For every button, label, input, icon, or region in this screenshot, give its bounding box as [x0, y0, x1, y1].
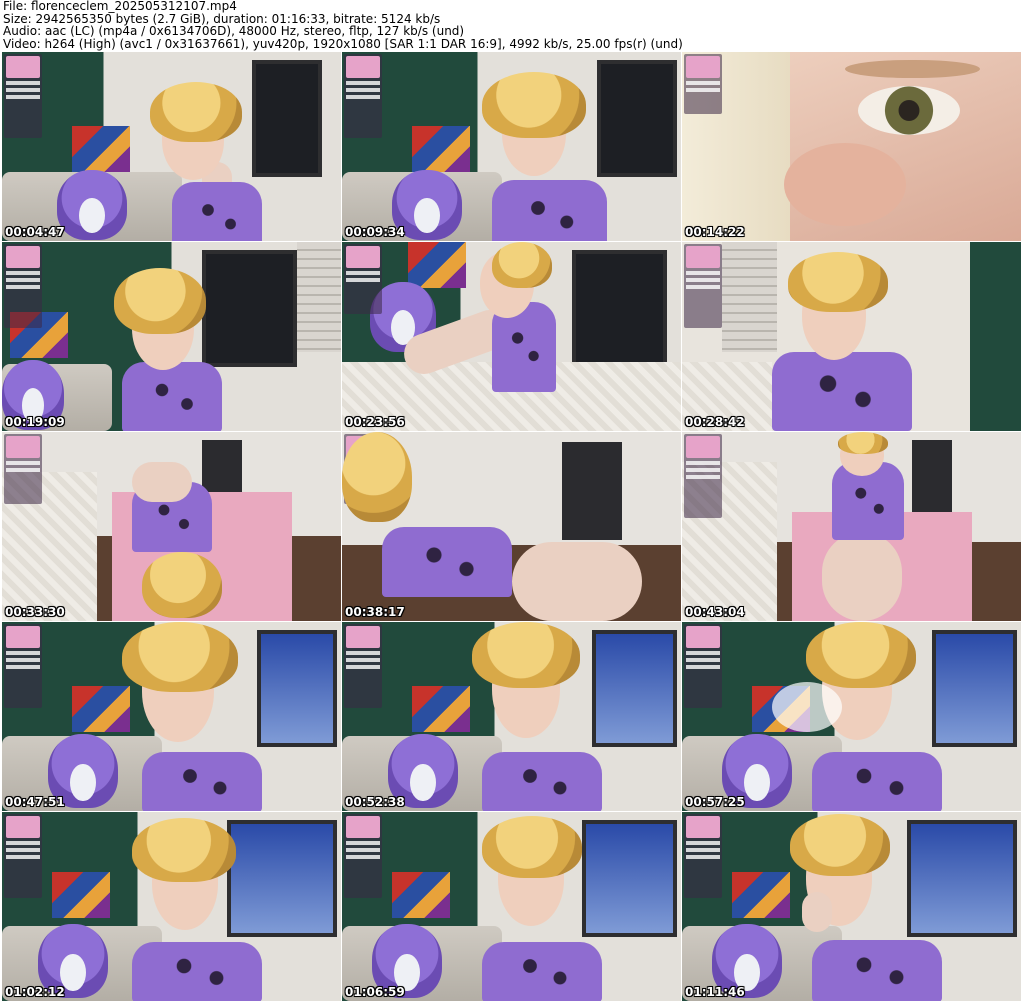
thumbnail[interactable]: 00:52:38	[342, 622, 681, 811]
thumbnail[interactable]: 00:19:09	[2, 242, 341, 431]
thumbnail[interactable]: 00:28:42	[682, 242, 1021, 431]
thumbnail-image	[2, 622, 341, 811]
thumbnail-grid: 00:04:47 00:09:34 00:14:22 00:19:09 00:2…	[2, 52, 1021, 1001]
file-name-line: File: florenceclem_202505312107.mp4	[3, 0, 237, 13]
thumbnail[interactable]: 00:38:17	[342, 432, 681, 621]
thumbnail-image	[2, 242, 341, 431]
thumbnail[interactable]: 01:02:12	[2, 812, 341, 1001]
timestamp-label: 00:52:38	[345, 795, 405, 809]
thumbnail-image	[342, 242, 681, 431]
thumbnail[interactable]: 00:23:56	[342, 242, 681, 431]
timestamp-label: 01:11:46	[685, 985, 745, 999]
thumbnail[interactable]: 00:43:04	[682, 432, 1021, 621]
timestamp-label: 01:06:59	[345, 985, 405, 999]
timestamp-label: 00:04:47	[5, 225, 65, 239]
thumbnail-image	[342, 432, 681, 621]
timestamp-label: 00:57:25	[685, 795, 745, 809]
thumbnail-image	[2, 432, 341, 621]
thumbnail-image	[682, 432, 1021, 621]
thumbnail[interactable]: 01:06:59	[342, 812, 681, 1001]
file-info-header: File: florenceclem_202505312107.mp4 Size…	[3, 0, 1021, 52]
thumbnail-image	[2, 812, 341, 1001]
thumbnail[interactable]: 01:11:46	[682, 812, 1021, 1001]
thumbnail-image	[682, 52, 1021, 241]
timestamp-label: 00:28:42	[685, 415, 745, 429]
thumbnail-image	[682, 622, 1021, 811]
thumbnail-image	[682, 242, 1021, 431]
timestamp-label: 00:14:22	[685, 225, 745, 239]
timestamp-label: 00:43:04	[685, 605, 745, 619]
thumbnail-image	[682, 812, 1021, 1001]
timestamp-label: 00:33:30	[5, 605, 65, 619]
thumbnail-image	[342, 622, 681, 811]
timestamp-label: 00:38:17	[345, 605, 405, 619]
thumbnail-image	[342, 812, 681, 1001]
thumbnail[interactable]: 00:04:47	[2, 52, 341, 241]
timestamp-label: 00:09:34	[345, 225, 405, 239]
audio-info-line: Audio: aac (LC) (mp4a / 0x6134706D), 480…	[3, 24, 465, 39]
video-info-line: Video: h264 (High) (avc1 / 0x31637661), …	[3, 36, 683, 51]
timestamp-label: 00:23:56	[345, 415, 405, 429]
thumbnail[interactable]: 00:47:51	[2, 622, 341, 811]
timestamp-label: 01:02:12	[5, 985, 65, 999]
thumbnail-image	[342, 52, 681, 241]
timestamp-label: 00:19:09	[5, 415, 65, 429]
thumbnail[interactable]: 00:57:25	[682, 622, 1021, 811]
thumbnail[interactable]: 00:14:22	[682, 52, 1021, 241]
timestamp-label: 00:47:51	[5, 795, 65, 809]
thumbnail-image	[2, 52, 341, 241]
thumbnail[interactable]: 00:33:30	[2, 432, 341, 621]
thumbnail[interactable]: 00:09:34	[342, 52, 681, 241]
